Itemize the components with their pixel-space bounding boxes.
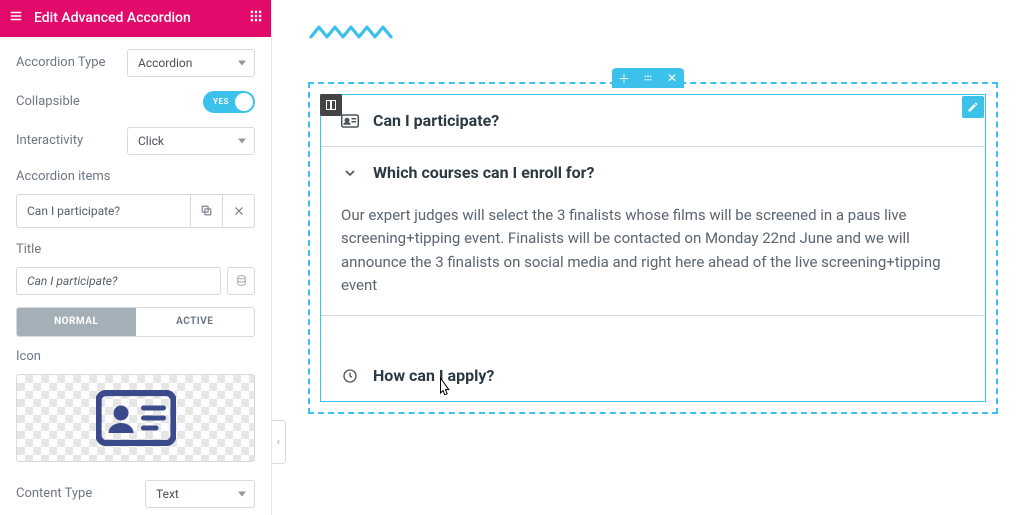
accordion-header[interactable]: Which courses can I enroll for? bbox=[321, 147, 985, 198]
icon-picker[interactable] bbox=[16, 374, 255, 462]
sidebar-header: Edit Advanced Accordion bbox=[0, 0, 271, 37]
section[interactable]: Can I participate? Which courses can I e… bbox=[308, 82, 998, 414]
title-input[interactable] bbox=[16, 267, 221, 295]
collapsible-label: Collapsible bbox=[16, 94, 80, 109]
id-card-icon bbox=[96, 390, 176, 446]
dynamic-tags-button[interactable] bbox=[227, 267, 255, 295]
accordion-gap bbox=[321, 316, 985, 350]
accordion-header[interactable]: Can I participate? bbox=[321, 95, 985, 146]
toggle-knob bbox=[235, 93, 253, 111]
type-label: Accordion Type bbox=[16, 55, 106, 70]
apps-icon[interactable] bbox=[249, 9, 263, 27]
widget-edit-button[interactable] bbox=[962, 96, 984, 118]
tab-active[interactable]: ACTIVE bbox=[136, 308, 255, 336]
select-value: Click bbox=[138, 134, 164, 148]
title-label: Title bbox=[16, 242, 255, 257]
section-close-button[interactable]: ✕ bbox=[660, 68, 684, 88]
state-tabs: NORMAL ACTIVE bbox=[16, 307, 255, 337]
section-toolbar: ＋ ✕ bbox=[612, 68, 684, 88]
toggle-text: YES bbox=[213, 97, 229, 106]
editor-sidebar: Edit Advanced Accordion Accordion Type A… bbox=[0, 0, 272, 515]
column-handle[interactable] bbox=[320, 94, 342, 116]
id-card-icon bbox=[341, 114, 359, 128]
clock-icon bbox=[341, 368, 359, 384]
accordion-body: Our expert judges will select the 3 fina… bbox=[321, 198, 985, 315]
caret-down-icon bbox=[238, 138, 246, 143]
tab-normal[interactable]: NORMAL bbox=[17, 308, 136, 336]
sidebar-title: Edit Advanced Accordion bbox=[34, 10, 239, 26]
mouse-cursor-icon bbox=[433, 376, 453, 404]
item-title: Can I participate? bbox=[17, 204, 190, 218]
caret-down-icon bbox=[238, 60, 246, 65]
duplicate-button[interactable] bbox=[190, 195, 222, 227]
accordion-header[interactable]: How can I apply? bbox=[321, 350, 985, 401]
remove-button[interactable] bbox=[222, 195, 254, 227]
interactivity-label: Interactivity bbox=[16, 133, 83, 148]
sidebar-body: Accordion Type Accordion Collapsible YES… bbox=[0, 37, 271, 515]
accordion-title: Which courses can I enroll for? bbox=[373, 163, 595, 182]
select-value: Text bbox=[156, 487, 179, 501]
select-value: Accordion bbox=[138, 56, 192, 70]
chevron-down-icon bbox=[341, 165, 359, 181]
icon-label: Icon bbox=[16, 349, 255, 364]
accordion-item: How can I apply? bbox=[321, 350, 985, 401]
accordion-widget[interactable]: Can I participate? Which courses can I e… bbox=[320, 94, 986, 402]
accordion-type-select[interactable]: Accordion bbox=[127, 49, 255, 77]
menu-icon[interactable] bbox=[8, 9, 24, 27]
divider-zigzag-icon bbox=[308, 24, 394, 40]
collapsible-toggle[interactable]: YES bbox=[203, 91, 255, 113]
accordion-item: Can I participate? bbox=[321, 95, 985, 147]
canvas: ＋ ✕ Can I participate? bbox=[272, 0, 1024, 515]
section-add-button[interactable]: ＋ bbox=[612, 68, 636, 88]
interactivity-select[interactable]: Click bbox=[127, 127, 255, 155]
accordion-item-row[interactable]: Can I participate? bbox=[16, 194, 255, 228]
accordion-title: Can I participate? bbox=[373, 111, 499, 130]
section-drag-handle[interactable] bbox=[636, 68, 660, 88]
caret-down-icon bbox=[238, 491, 246, 496]
content-type-label: Content Type bbox=[16, 486, 92, 501]
accordion-items-label: Accordion items bbox=[16, 169, 255, 184]
accordion-item: Which courses can I enroll for? Our expe… bbox=[321, 147, 985, 316]
content-type-select[interactable]: Text bbox=[145, 480, 255, 508]
